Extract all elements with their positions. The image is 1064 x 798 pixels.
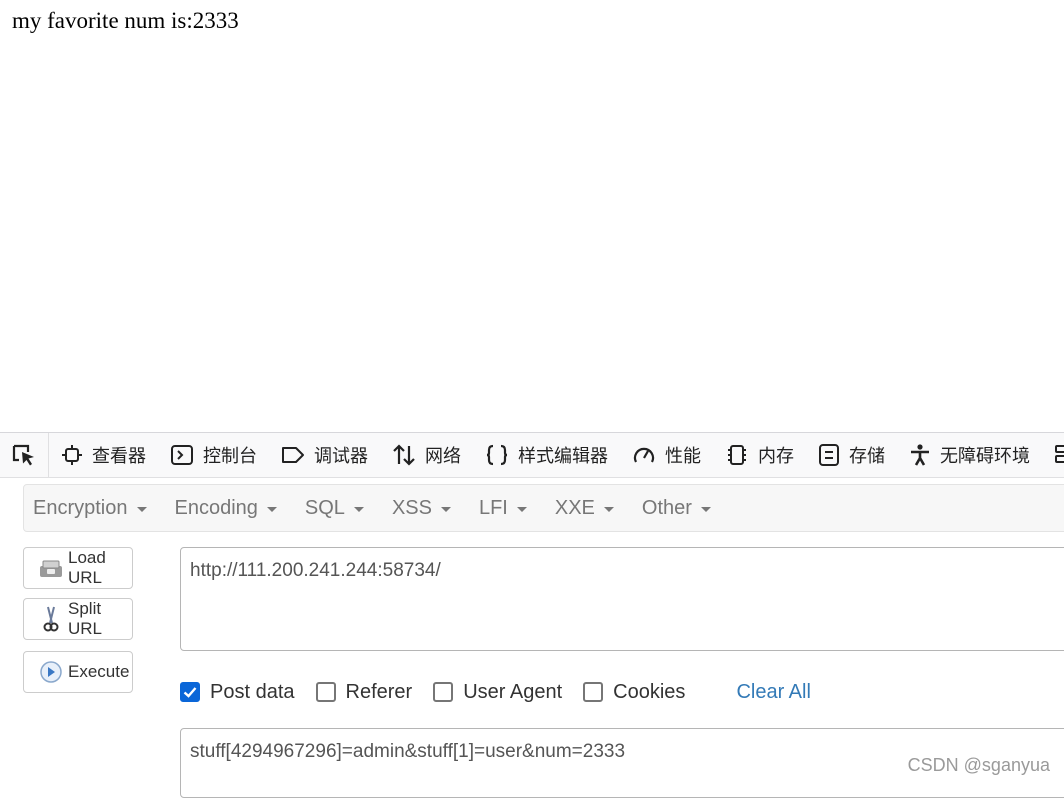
caret-down-icon <box>603 506 614 512</box>
menu-lfi-label: LFI <box>478 496 508 519</box>
application-icon <box>1055 445 1064 463</box>
menu-encryption-label: Encryption <box>33 496 128 519</box>
tab-debugger-label: 调试器 <box>314 446 368 467</box>
performance-icon <box>633 447 655 463</box>
user-agent-option[interactable]: User Agent <box>433 681 562 704</box>
page-body-text: my favorite num is:2333 <box>12 8 239 33</box>
cookies-label: Cookies <box>613 680 686 703</box>
user-agent-label: User Agent <box>463 680 563 703</box>
tab-inspector-label: 查看器 <box>92 446 146 467</box>
tab-console-label: 控制台 <box>203 446 257 467</box>
console-icon <box>171 445 193 465</box>
menu-xss-label: XSS <box>391 496 432 519</box>
tab-performance-label: 性能 <box>665 446 701 467</box>
tab-performance[interactable]: 性能 <box>620 433 713 477</box>
split-url-label: Split URL <box>68 599 103 638</box>
post-data-label: Post data <box>210 680 295 703</box>
accessibility-icon <box>911 444 929 466</box>
debugger-icon <box>282 447 304 463</box>
menu-xxe-label: XXE <box>554 496 595 519</box>
style-editor-icon <box>486 444 508 466</box>
menu-encryption[interactable]: Encryption <box>24 497 156 520</box>
execute-button[interactable]: Execute <box>23 651 133 693</box>
tab-memory-label: 内存 <box>758 446 794 467</box>
menu-sql-label: SQL <box>304 496 345 519</box>
element-picker-icon <box>12 444 34 466</box>
memory-icon <box>728 445 746 465</box>
scissors-icon <box>43 606 59 632</box>
referer-option[interactable]: Referer <box>315 680 413 704</box>
play-icon <box>40 661 62 683</box>
tab-network-label: 网络 <box>425 446 461 467</box>
menu-xxe[interactable]: XXE <box>546 497 623 520</box>
tab-debugger[interactable]: 调试器 <box>269 433 380 477</box>
split-url-button[interactable]: Split URL <box>23 598 133 640</box>
tab-accessibility-label: 无障碍环境 <box>940 446 1030 467</box>
cookies-option[interactable]: Cookies <box>583 681 685 704</box>
clear-all-link[interactable]: Clear All <box>736 681 810 704</box>
execute-label: Execute <box>68 662 130 681</box>
tab-storage-label: 存储 <box>849 446 885 467</box>
caret-down-icon <box>440 506 451 512</box>
load-url-label: Load URL <box>68 548 106 587</box>
menu-lfi[interactable]: LFI <box>470 497 536 520</box>
request-options: Post data Referer User Agent Cookies Cle… <box>180 677 811 707</box>
caret-down-icon <box>353 506 364 512</box>
load-url-button[interactable]: Load URL <box>23 547 133 589</box>
inspector-icon <box>62 445 82 465</box>
tab-style-editor[interactable]: 样式编辑器 <box>473 433 620 477</box>
referer-label: Referer <box>345 680 413 703</box>
storage-icon <box>819 444 839 466</box>
network-icon <box>393 444 415 466</box>
tab-storage[interactable]: 存储 <box>806 433 897 477</box>
referer-checkbox[interactable] <box>315 682 336 702</box>
post-data-checkbox[interactable] <box>180 682 200 702</box>
tab-network[interactable]: 网络 <box>380 433 473 477</box>
hackbar-menu: Encryption Encoding SQL XSS LFI XXE Othe… <box>23 484 1064 532</box>
menu-other-label: Other <box>641 496 692 519</box>
user-agent-checkbox[interactable] <box>433 682 454 702</box>
tab-style-editor-label: 样式编辑器 <box>518 446 608 467</box>
watermark: CSDN @sganyua <box>907 755 1050 775</box>
devtools-toolbar: 查看器 控制台 调试器 网络 样式编辑器 性能 内存 存储 无障碍环境 <box>0 432 1064 478</box>
caret-down-icon <box>700 506 711 512</box>
tab-accessibility[interactable]: 无障碍环境 <box>897 433 1042 477</box>
menu-xss[interactable]: XSS <box>383 497 460 520</box>
caret-down-icon <box>516 506 527 512</box>
menu-encoding[interactable]: Encoding <box>166 497 286 520</box>
load-url-icon <box>40 560 62 577</box>
tab-overflow[interactable] <box>1042 433 1064 477</box>
cookies-checkbox[interactable] <box>583 682 604 702</box>
tab-inspector[interactable]: 查看器 <box>49 433 158 477</box>
element-picker-button[interactable] <box>0 433 49 477</box>
caret-down-icon <box>136 506 147 512</box>
menu-other[interactable]: Other <box>633 497 720 520</box>
menu-sql[interactable]: SQL <box>296 497 373 520</box>
url-input[interactable]: http://111.200.241.244:58734/ <box>180 547 1064 651</box>
tab-console[interactable]: 控制台 <box>158 433 269 477</box>
menu-encoding-label: Encoding <box>174 496 258 519</box>
checkmark-icon <box>183 687 197 698</box>
tab-memory[interactable]: 内存 <box>713 433 806 477</box>
post-data-option[interactable]: Post data <box>180 681 295 704</box>
caret-down-icon <box>266 506 277 512</box>
